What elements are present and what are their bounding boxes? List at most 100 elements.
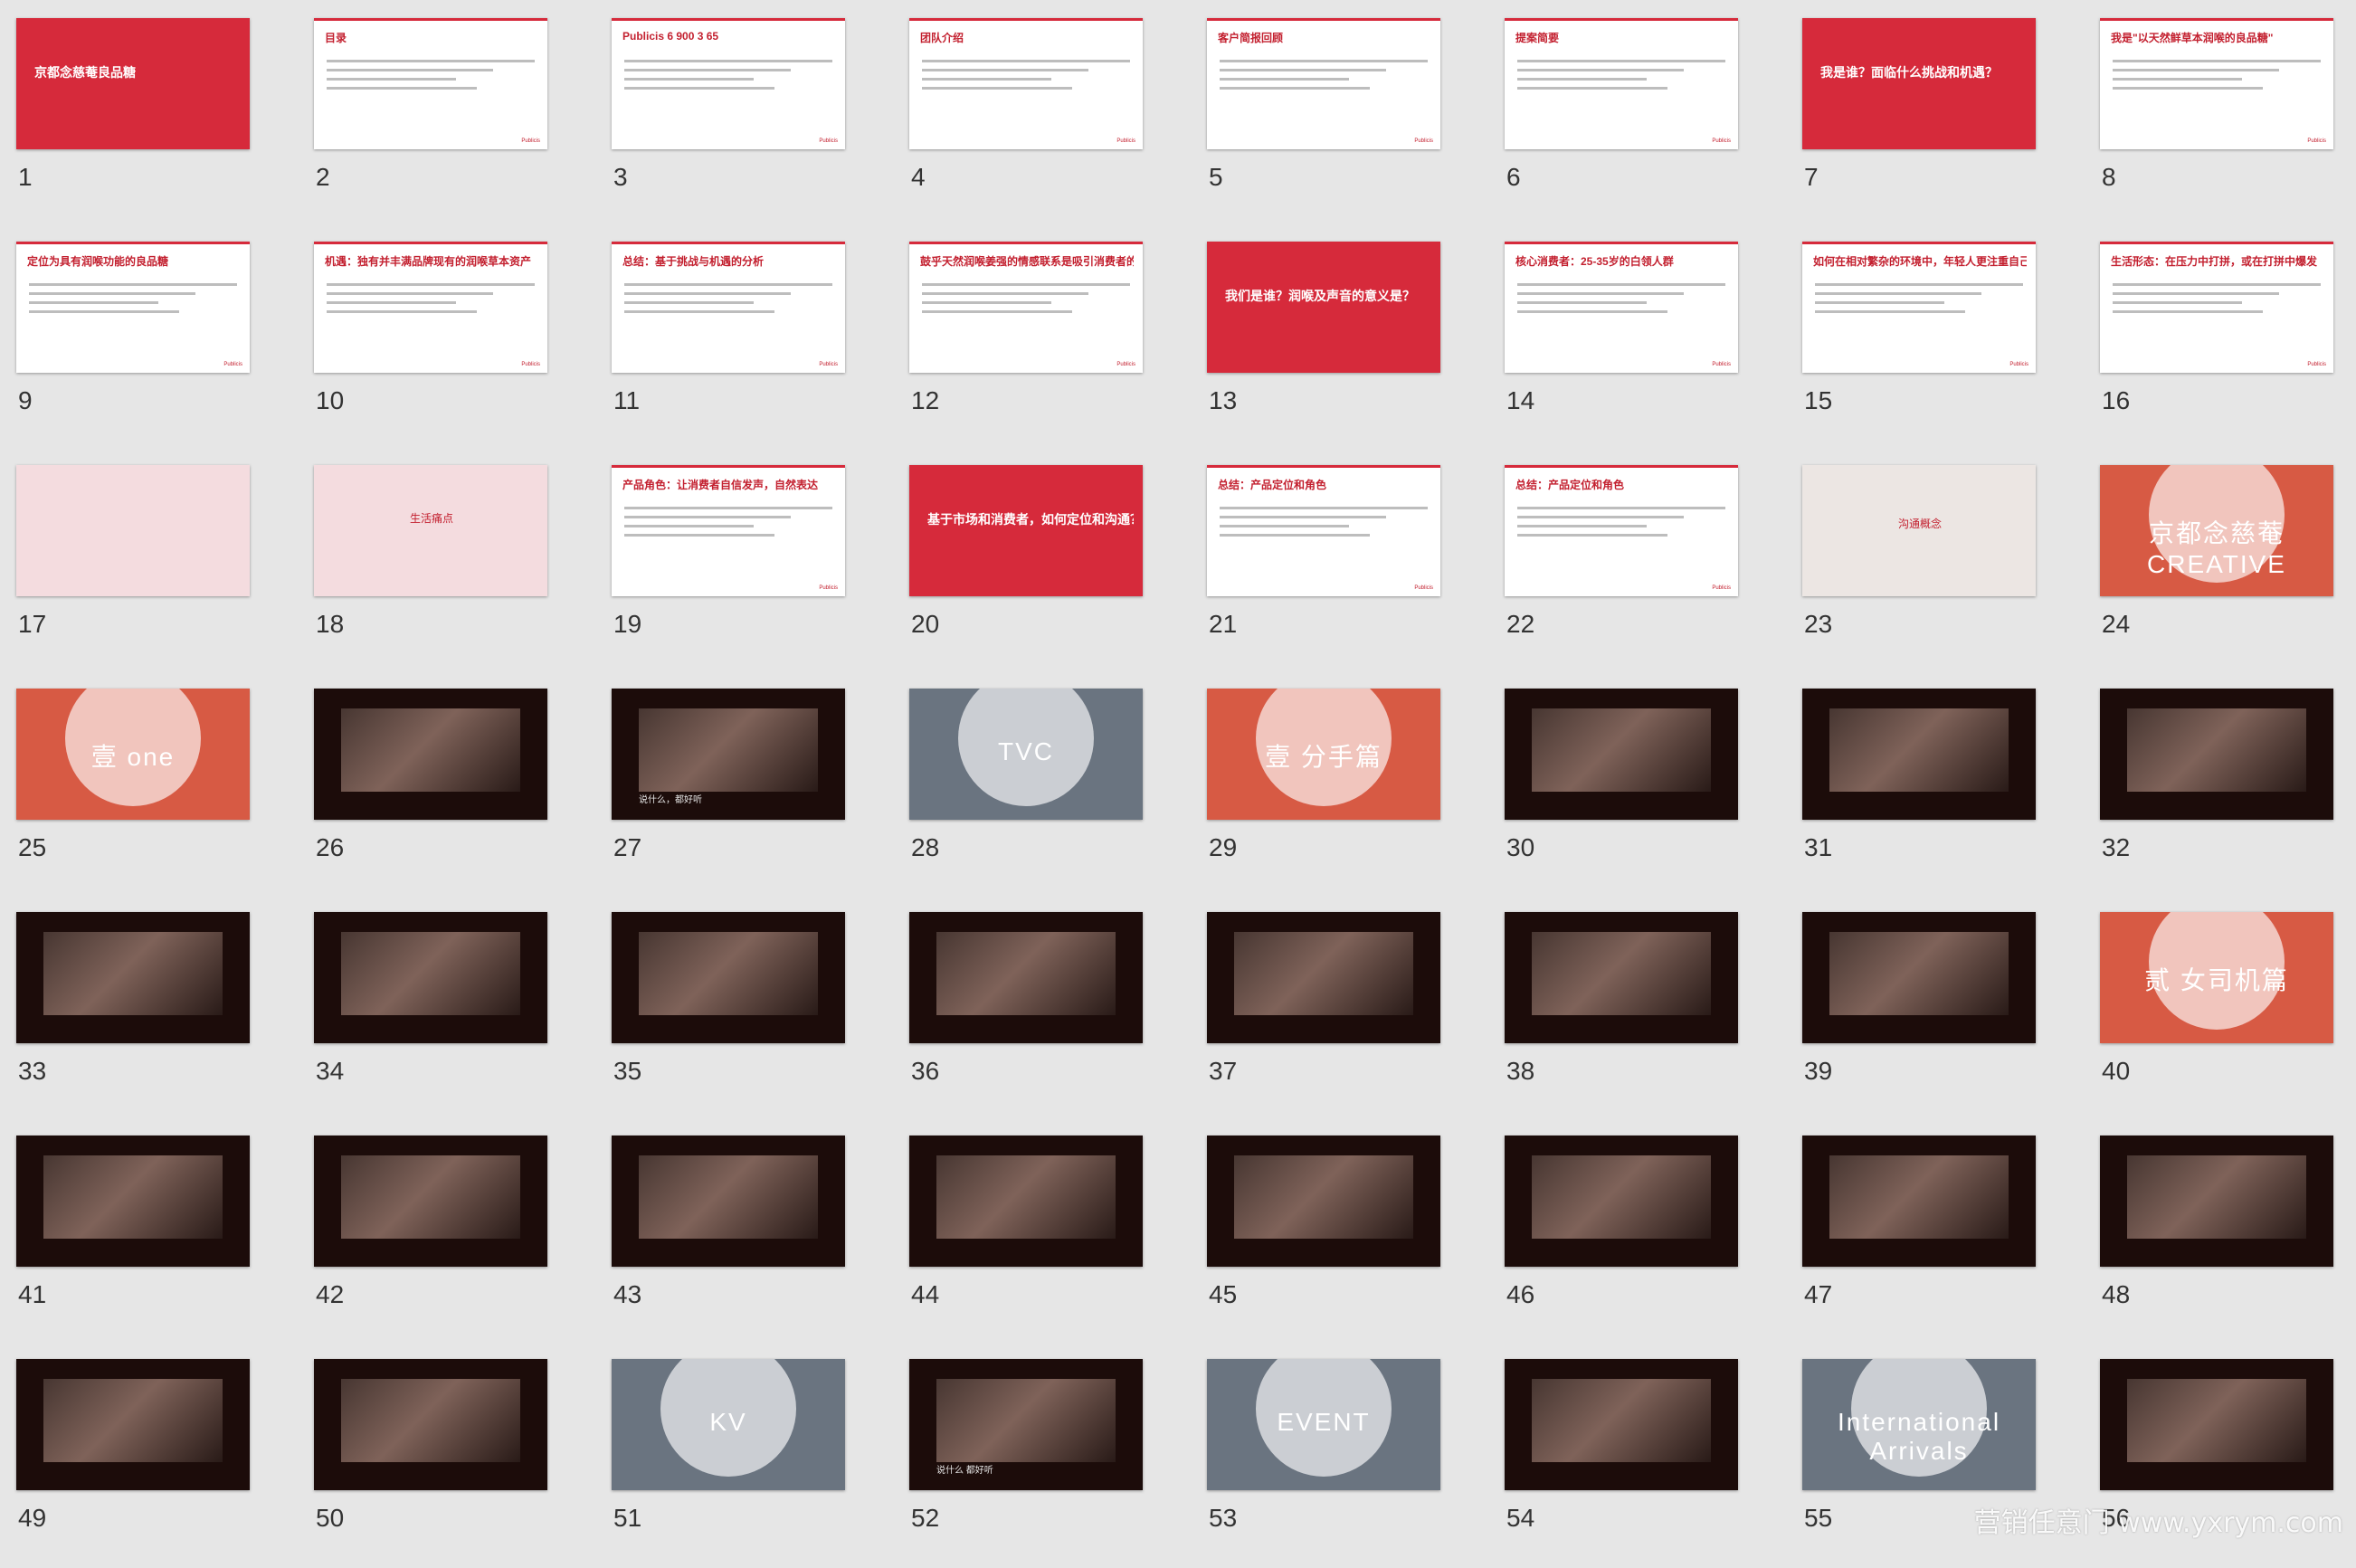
slide-photo [1829, 1155, 2009, 1239]
slide-number: 50 [316, 1504, 345, 1532]
slide-title: 总结：产品定位和角色 [1515, 479, 1625, 491]
slide-thumbnail[interactable] [1802, 912, 2036, 1043]
slide-photo [1532, 932, 1711, 1015]
slide-thumbnail[interactable]: 总结：产品定位和角色 Publicis [1207, 465, 1440, 596]
slide-footer-logo: Publicis [521, 362, 540, 367]
slide-body-text [1220, 53, 1428, 96]
slide-title: 贰 女司机篇 [2144, 966, 2289, 994]
slide-thumbnail-cell: 客户简报回顾 Publicis 5 [1207, 18, 1440, 227]
slide-thumbnail[interactable]: 贰 女司机篇 [2100, 912, 2333, 1043]
slide-thumbnail[interactable]: 壹 分手篇 [1207, 689, 1440, 820]
slide-thumbnail[interactable]: 京都念慈菴 CREATIVE [2100, 465, 2333, 596]
slide-thumbnail[interactable] [314, 689, 547, 820]
slide-number: 18 [316, 610, 345, 638]
slide-thumbnail[interactable]: 生活形态：在压力中打拼，或在打拼中爆发 Publicis [2100, 242, 2333, 373]
slide-body-text [1815, 277, 2023, 319]
slide-thumbnail[interactable]: KV [612, 1359, 845, 1490]
slide-thumbnail[interactable] [16, 1359, 250, 1490]
slide-thumbnail[interactable] [1505, 912, 1738, 1043]
slide-thumbnail[interactable] [2100, 689, 2333, 820]
slide-thumbnail[interactable]: 生活痛点 [314, 465, 547, 596]
slide-thumbnail-cell: 说什么，都好听 27 [612, 689, 845, 898]
slide-thumbnail[interactable] [2100, 1359, 2333, 1490]
slide-body-text [624, 500, 832, 543]
slide-photo [341, 708, 520, 792]
slide-number: 48 [2102, 1280, 2131, 1308]
slide-thumbnail[interactable]: 机遇：独有并丰满品牌现有的润喉草本资产 Publicis [314, 242, 547, 373]
slide-footer-logo: Publicis [1712, 362, 1731, 367]
slide-thumbnail-cell: 提案简要 Publicis 6 [1505, 18, 1738, 227]
slide-thumbnail[interactable] [314, 1359, 547, 1490]
slide-thumbnail[interactable]: International Arrivals [1802, 1359, 2036, 1490]
slide-thumbnail[interactable]: 如何在相对繁杂的环境中，年轻人更注重自己 Publicis [1802, 242, 2036, 373]
slide-thumbnail[interactable]: EVENT [1207, 1359, 1440, 1490]
slide-thumbnail[interactable] [1802, 689, 2036, 820]
slide-thumbnail-cell: 49 [16, 1359, 250, 1568]
slide-title: 总结：产品定位和角色 [1218, 479, 1327, 491]
slide-thumbnail[interactable]: 提案简要 Publicis [1505, 18, 1738, 149]
slide-body-text [1517, 53, 1725, 96]
slide-thumbnail-cell: 壹 分手篇 29 [1207, 689, 1440, 898]
slide-thumbnail[interactable]: Publicis 6 900 3 65 Publicis [612, 18, 845, 149]
slide-thumbnail[interactable] [909, 1136, 1143, 1267]
slide-thumbnail-cell: 如何在相对繁杂的环境中，年轻人更注重自己 Publicis 15 [1802, 242, 2036, 451]
slide-thumbnail[interactable]: 总结：基于挑战与机遇的分析 Publicis [612, 242, 845, 373]
slide-body-text [1220, 500, 1428, 543]
slide-photo [639, 932, 818, 1015]
slide-thumbnail-cell: 京都念慈菴良品糖 1 [16, 18, 250, 227]
slide-thumbnail[interactable]: 总结：产品定位和角色 Publicis [1505, 465, 1738, 596]
slide-thumbnail-cell: 44 [909, 1136, 1143, 1345]
slide-number: 27 [613, 833, 642, 861]
slide-thumbnail[interactable] [612, 1136, 845, 1267]
slide-thumbnail[interactable]: 目录 Publicis [314, 18, 547, 149]
slide-thumbnail[interactable] [314, 912, 547, 1043]
slide-thumbnail[interactable] [1505, 689, 1738, 820]
slide-thumbnail[interactable] [909, 912, 1143, 1043]
slide-title: 京都念慈菴良品糖 [34, 65, 136, 80]
slide-thumbnail-cell: 48 [2100, 1136, 2333, 1345]
slide-thumbnail-cell: 17 [16, 465, 250, 674]
slide-thumbnail[interactable]: 我是"以天然鲜草本润喉的良品糖" Publicis [2100, 18, 2333, 149]
slide-thumbnail[interactable]: 我们是谁？润喉及声音的意义是？ [1207, 242, 1440, 373]
slide-thumbnail[interactable]: 说什么，都好听 [612, 689, 845, 820]
slide-thumbnail[interactable]: TVC [909, 689, 1143, 820]
slide-title: 基于市场和消费者，如何定位和沟通？ [927, 512, 1134, 527]
slide-thumbnail[interactable]: 客户简报回顾 Publicis [1207, 18, 1440, 149]
slide-thumbnail[interactable]: 我是谁？面临什么挑战和机遇？ [1802, 18, 2036, 149]
slide-footer-logo: Publicis [819, 138, 838, 144]
slide-number: 37 [1209, 1057, 1238, 1085]
slide-title: 客户简报回顾 [1218, 32, 1284, 44]
slide-thumbnail[interactable] [1802, 1136, 2036, 1267]
slide-thumbnail[interactable] [16, 912, 250, 1043]
slide-title: 我是谁？面临什么挑战和机遇？ [1820, 65, 1998, 80]
slide-thumbnail[interactable] [1505, 1359, 1738, 1490]
slide-thumbnail[interactable] [1207, 1136, 1440, 1267]
slide-body-text [1517, 500, 1725, 543]
slide-title: 核心消费者：25-35岁的白领人群 [1515, 255, 1674, 268]
slide-thumbnail[interactable] [2100, 1136, 2333, 1267]
slide-body-text [327, 277, 535, 319]
slide-thumbnail[interactable]: 壹 one [16, 689, 250, 820]
slide-photo [341, 1379, 520, 1462]
slide-thumbnail[interactable] [612, 912, 845, 1043]
slide-thumbnail[interactable]: 基于市场和消费者，如何定位和沟通？ [909, 465, 1143, 596]
slide-thumbnail[interactable] [16, 1136, 250, 1267]
slide-number: 12 [911, 386, 940, 414]
slide-thumbnail[interactable]: 沟通概念 [1802, 465, 2036, 596]
slide-thumbnail[interactable] [314, 1136, 547, 1267]
slide-thumbnail[interactable]: 核心消费者：25-35岁的白领人群 Publicis [1505, 242, 1738, 373]
slide-thumbnail[interactable] [1207, 912, 1440, 1043]
slide-title: 沟通概念 [1897, 518, 1942, 530]
slide-thumbnail[interactable] [1505, 1136, 1738, 1267]
slide-thumbnail[interactable]: 鼓乎天然润喉姜强的情感联系是吸引消费者的关键 Publicis [909, 242, 1143, 373]
slide-thumbnail[interactable]: 产品角色：让消费者自信发声，自然表达 Publicis [612, 465, 845, 596]
slide-thumbnail[interactable]: 团队介绍 Publicis [909, 18, 1143, 149]
slide-thumbnail[interactable] [16, 465, 250, 596]
slide-thumbnail-cell: 壹 one 25 [16, 689, 250, 898]
slide-thumbnail[interactable]: 京都念慈菴良品糖 [16, 18, 250, 149]
slide-thumbnail[interactable]: 说什么 都好听 [909, 1359, 1143, 1490]
slide-title: 产品角色：让消费者自信发声，自然表达 [622, 479, 819, 491]
slide-thumbnail-cell: 33 [16, 912, 250, 1121]
slide-thumbnail[interactable]: 定位为具有润喉功能的良品糖 Publicis [16, 242, 250, 373]
slide-number: 51 [613, 1504, 642, 1532]
